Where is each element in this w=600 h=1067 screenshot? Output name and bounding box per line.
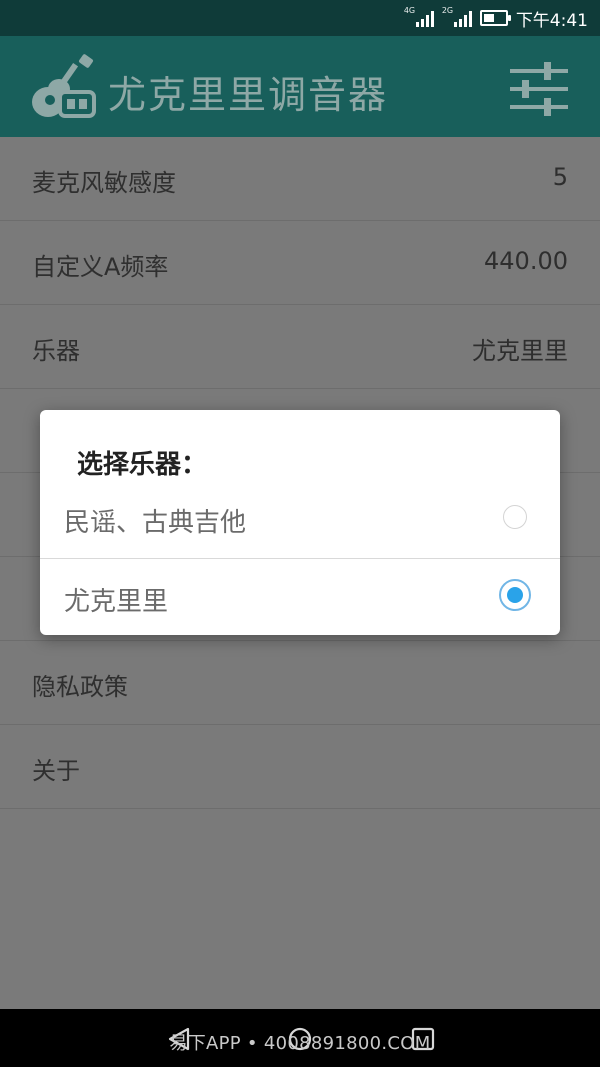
- radio-checked-icon[interactable]: [499, 579, 531, 611]
- setting-row-mic-sensitivity[interactable]: 麦克风敏感度 5: [0, 137, 600, 221]
- status-bar: 4G 2G 下午4:41: [0, 0, 600, 36]
- signal-2g-icon: 2G: [441, 6, 472, 27]
- setting-label: 隐私政策: [32, 673, 128, 701]
- setting-row-custom-a-frequency[interactable]: 自定义A频率 440.00: [0, 221, 600, 305]
- app-title: 尤克里里调音器: [108, 73, 389, 117]
- option-label: 民谣、古典吉他: [64, 508, 247, 538]
- watermark-text: 易下APP • 4008891800.COM: [169, 1033, 431, 1054]
- setting-label: 关于: [32, 757, 80, 785]
- setting-row-privacy-policy[interactable]: 隐私政策: [0, 641, 600, 725]
- instrument-option-ukulele[interactable]: 尤克里里: [40, 558, 560, 637]
- setting-row-instrument[interactable]: 乐器 尤克里里: [0, 305, 600, 389]
- setting-label: 自定义A频率: [32, 253, 169, 281]
- ukulele-icon: [32, 54, 96, 118]
- battery-icon: [479, 10, 511, 26]
- system-nav-bar: 易下APP • 4008891800.COM: [0, 1009, 600, 1067]
- setting-label: 麦克风敏感度: [32, 169, 176, 197]
- setting-label: 乐器: [32, 337, 80, 365]
- instrument-option-guitar[interactable]: 民谣、古典吉他: [40, 480, 560, 558]
- option-label: 尤克里里: [64, 587, 169, 617]
- signal-4g-icon: 4G: [403, 6, 434, 27]
- setting-value: 440.00: [484, 247, 568, 275]
- dialog-title: 选择乐器：: [77, 450, 208, 480]
- app-bar: 尤克里里调音器: [0, 36, 600, 137]
- network-type-label: 2G: [441, 6, 454, 15]
- setting-value: 尤克里里: [472, 337, 568, 365]
- network-type-label: 4G: [403, 6, 416, 15]
- instrument-select-dialog: 选择乐器： 民谣、古典吉他 尤克里里: [40, 410, 560, 635]
- setting-value: 5: [552, 163, 568, 191]
- status-time: 下午4:41: [515, 10, 588, 31]
- radio-unchecked-icon[interactable]: [503, 505, 527, 529]
- setting-row-about[interactable]: 关于: [0, 725, 600, 809]
- status-icons: 4G 2G 下午4:41: [403, 6, 588, 31]
- sliders-icon[interactable]: [510, 60, 568, 118]
